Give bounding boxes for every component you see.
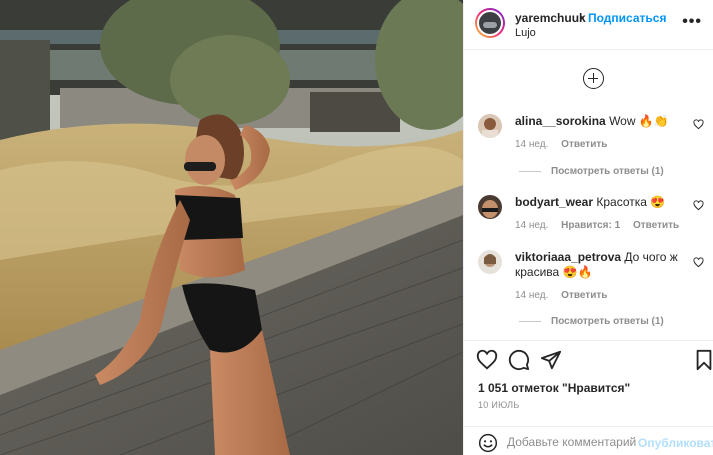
comment-body: alina__sorokina Wow 🔥👏 [515,114,693,129]
comment-input[interactable] [507,433,637,451]
likes-count[interactable]: 1 051 отметок "Нравится" [478,381,630,395]
comment-icon[interactable] [508,349,530,371]
comment-like-icon[interactable] [693,257,704,268]
load-more-comments-icon[interactable] [583,68,604,89]
photo-image [0,0,463,455]
comment-like-icon[interactable] [693,200,704,211]
post-sidebar: yaremchuuk • Подписаться Lujo ••• alina_… [463,0,713,455]
comment-text: Wow 🔥👏 [609,114,669,128]
comment-like-icon[interactable] [693,119,704,130]
comment-meta: 14 нед. Нравится: 1 Ответить [515,220,689,231]
follow-button[interactable]: Подписаться [588,11,666,25]
replies-line [519,320,541,322]
post-actions [464,340,713,376]
comment-avatar[interactable] [478,250,502,274]
paper-plane-icon[interactable] [540,349,562,371]
comment-username[interactable]: alina__sorokina [515,114,606,128]
view-replies-label: Посмотреть ответы (1) [551,166,664,177]
view-replies-label: Посмотреть ответы (1) [551,316,664,327]
comment-meta: 14 нед. Ответить [515,290,617,301]
emoji-icon[interactable] [478,433,498,453]
post-location[interactable]: Lujo [515,27,536,39]
author-avatar-image [477,10,503,36]
comment-composer: Опубликовать [464,426,713,455]
view-replies-button[interactable]: Посмотреть ответы (1) [519,166,664,177]
bookmark-icon[interactable] [693,349,713,371]
comment-body: bodyart_wear Красотка 😍 [515,195,693,210]
comment-username[interactable]: bodyart_wear [515,195,593,209]
comment-time[interactable]: 14 нед. [515,290,548,301]
comment-text: Красотка 😍 [596,195,666,209]
reply-button[interactable]: Ответить [633,220,679,231]
author-avatar[interactable] [475,8,505,38]
view-replies-button[interactable]: Посмотреть ответы (1) [519,316,664,327]
reply-button[interactable]: Ответить [561,290,607,301]
comment-body: viktoriaaa_petrova До чого ж красива 😍🔥 [515,250,693,280]
replies-line [519,170,541,172]
comment-username[interactable]: viktoriaaa_petrova [515,250,621,264]
instagram-post: yaremchuuk • Подписаться Lujo ••• alina_… [0,0,713,455]
post-date[interactable]: 10 ИЮЛЬ [478,400,520,410]
comment-likes-count[interactable]: Нравится: 1 [561,220,620,231]
header-separator: • [580,11,585,25]
author-username[interactable]: yaremchuuk [515,11,586,25]
comment-time[interactable]: 14 нед. [515,220,548,231]
post-photo[interactable] [0,0,463,455]
comment-avatar[interactable] [478,195,502,219]
post-header: yaremchuuk • Подписаться Lujo ••• [464,0,713,50]
publish-button[interactable]: Опубликовать [638,436,713,450]
comment-avatar[interactable] [478,114,502,138]
reply-button[interactable]: Ответить [561,139,607,150]
more-options-icon[interactable]: ••• [682,13,702,31]
comment-time[interactable]: 14 нед. [515,139,548,150]
comment-meta: 14 нед. Ответить [515,139,617,150]
heart-icon[interactable] [476,349,498,371]
